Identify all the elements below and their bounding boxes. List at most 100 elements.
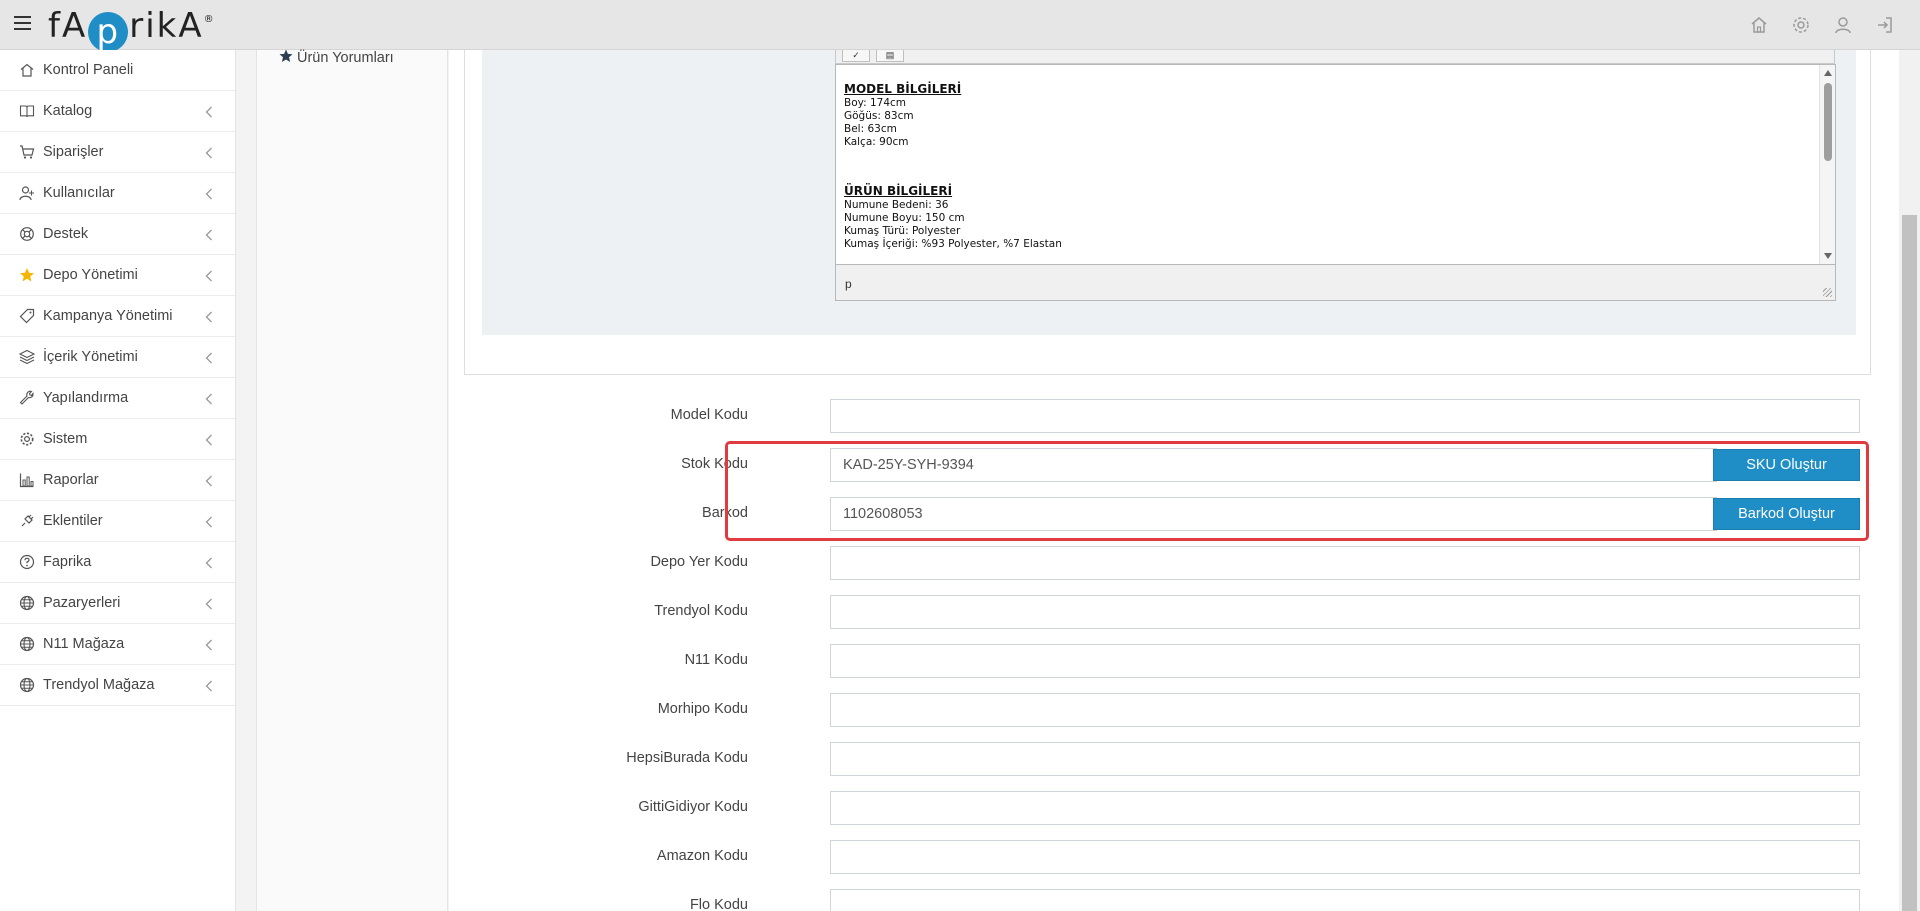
form-row-depo-yer-kodu: Depo Yer Kodu <box>449 546 1869 580</box>
sidebar-item-label: İçerik Yönetimi <box>43 349 138 365</box>
question-icon <box>18 553 36 571</box>
trendyol-kodu-input[interactable] <box>830 595 1860 629</box>
gear-icon[interactable] <box>1790 14 1812 36</box>
hamburger-menu-icon[interactable] <box>14 16 31 30</box>
globe-icon <box>18 635 36 653</box>
table-icon[interactable]: ▤ <box>876 50 904 62</box>
book-icon <box>18 102 36 120</box>
depo-yer-kodu-label: Depo Yer Kodu <box>650 554 748 570</box>
tag-icon <box>18 307 36 325</box>
sidebar-item-kontrol-paneli[interactable]: Kontrol Paneli <box>0 50 235 91</box>
editor-statusbar: p <box>835 265 1836 301</box>
sidebar-item-yapılandırma[interactable]: Yapılandırma <box>0 378 235 419</box>
morhipo-kodu-input[interactable] <box>830 693 1860 727</box>
stok-kodu-input[interactable] <box>830 448 1717 482</box>
editor-text-line: Numune Bedeni: 36 <box>844 199 949 211</box>
editor-scroll-thumb[interactable] <box>1824 83 1832 161</box>
page-scrollbar[interactable] <box>1899 50 1920 911</box>
rich-text-editor[interactable]: MODEL BİLGİLERİ Boy: 174cm Göğüs: 83cm Bel:… <box>835 64 1836 265</box>
form-row-model-kodu: Model Kodu <box>449 399 1869 433</box>
sidebar-item-n11-mağaza[interactable]: N11 Mağaza <box>0 624 235 665</box>
sidebar-item-label: Siparişler <box>43 144 104 160</box>
sidebar-item-pazaryerleri[interactable]: Pazaryerleri <box>0 583 235 624</box>
form-row-trendyol-kodu: Trendyol Kodu <box>449 595 1869 629</box>
gittigidiyor-kodu-label: GittiGidiyor Kodu <box>638 799 748 815</box>
sidebar-item-label: Sistem <box>43 431 88 447</box>
barkod-label: Barkod <box>702 505 748 521</box>
form-row-gittigidiyor-kodu: GittiGidiyor Kodu <box>449 791 1869 825</box>
editor-text-line: Göğüs: 83cm <box>844 110 914 122</box>
chart-icon <box>18 471 36 489</box>
editor-text-line: Kalça: 90cm <box>844 136 909 148</box>
home-icon[interactable] <box>1748 14 1770 36</box>
n11-kodu-label: N11 Kodu <box>684 652 748 668</box>
chevron-left-icon <box>205 105 215 118</box>
barkod-olustur-button[interactable]: Barkod Oluştur <box>1713 498 1860 530</box>
sidebar-item-kullanıcılar[interactable]: Kullanıcılar <box>0 173 235 214</box>
sidebar-item-raporlar[interactable]: Raporlar <box>0 460 235 501</box>
chevron-left-icon <box>205 638 215 651</box>
wrench-icon <box>18 389 36 407</box>
description-editor-card: ✓ ▤ MODEL BİLGİLERİ Boy: 174cm Göğüs: 83cm… <box>464 50 1871 375</box>
hepsiburada-kodu-input[interactable] <box>830 742 1860 776</box>
sidebar-item-label: Destek <box>43 226 89 242</box>
sku-olustur-button[interactable]: SKU Oluştur <box>1713 449 1860 481</box>
chevron-left-icon <box>205 351 215 364</box>
editor-text-line: Numune Boyu: 150 cm <box>844 212 965 224</box>
sidebar-item-depo-yönetimi[interactable]: Depo Yönetimi <box>0 255 235 296</box>
sidebar-item-faprika[interactable]: Faprika <box>0 542 235 583</box>
sidebar-item-i-çerik-yönetimi[interactable]: İçerik Yönetimi <box>0 337 235 378</box>
sidebar-item-katalog[interactable]: Katalog <box>0 91 235 132</box>
amazon-kodu-input[interactable] <box>830 840 1860 874</box>
sidebar-item-label: N11 Mağaza <box>43 636 125 652</box>
editor-text-line: Bel: 63cm <box>844 123 897 135</box>
scroll-down-arrow-icon[interactable] <box>1824 253 1832 259</box>
form-row-hepsiburada-kodu: HepsiBurada Kodu <box>449 742 1869 776</box>
barkod-input[interactable] <box>830 497 1717 531</box>
editor-content[interactable]: MODEL BİLGİLERİ Boy: 174cm Göğüs: 83cm Bel:… <box>844 83 1062 251</box>
morhipo-kodu-label: Morhipo Kodu <box>657 701 748 717</box>
user-icon[interactable] <box>1832 14 1854 36</box>
subpanel-item-label: Ürün Yorumları <box>297 49 394 66</box>
sidebar-item-label: Faprika <box>43 554 92 570</box>
depo-yer-kodu-input[interactable] <box>830 546 1860 580</box>
editor-spacer <box>844 149 1062 185</box>
faprika-logo[interactable]: fA p rikA® <box>48 4 216 52</box>
editor-section-title: ÜRÜN BİLGİLERİ <box>844 184 953 198</box>
flo-kodu-input[interactable] <box>830 889 1860 911</box>
editor-text-line: Kumaş İçeriği: %93 Polyester, %7 Elastan <box>844 238 1062 250</box>
editor-text-line: Boy: 174cm <box>844 97 906 109</box>
subpanel-item-urun-yorumlari[interactable]: Ürün Yorumları <box>279 49 394 66</box>
editor-section-title: MODEL BİLGİLERİ <box>844 82 962 96</box>
sidebar-item-sistem[interactable]: Sistem <box>0 419 235 460</box>
form-row-barkod: Barkod Barkod Oluştur <box>449 497 1869 531</box>
sidebar-item-label: Kontrol Paneli <box>43 62 134 78</box>
check-icon[interactable]: ✓ <box>842 50 870 62</box>
sidebar-item-destek[interactable]: Destek <box>0 214 235 255</box>
sidebar-item-siparişler[interactable]: Siparişler <box>0 132 235 173</box>
logout-icon[interactable] <box>1874 14 1896 36</box>
chevron-left-icon <box>205 187 215 200</box>
sidebar-item-trendyol-mağaza[interactable]: Trendyol Mağaza <box>0 665 235 706</box>
chevron-left-icon <box>205 515 215 528</box>
layers-icon <box>18 348 36 366</box>
page-scroll-thumb[interactable] <box>1902 215 1917 911</box>
hepsiburada-kodu-label: HepsiBurada Kodu <box>626 750 748 766</box>
form-row-amazon-kodu: Amazon Kodu <box>449 840 1869 874</box>
editor-element-path[interactable]: p <box>845 277 852 291</box>
n11-kodu-input[interactable] <box>830 644 1860 678</box>
sidebar-item-label: Kullanıcılar <box>43 185 115 201</box>
sidebar-item-label: Pazaryerleri <box>43 595 121 611</box>
gittigidiyor-kodu-input[interactable] <box>830 791 1860 825</box>
description-editor-panel: ✓ ▤ MODEL BİLGİLERİ Boy: 174cm Göğüs: 83cm… <box>482 50 1856 335</box>
editor-scrollbar[interactable] <box>1819 65 1835 264</box>
flo-kodu-label: Flo Kodu <box>689 897 748 911</box>
top-bar: fA p rikA® <box>0 0 1920 52</box>
sidebar-item-label: Kampanya Yönetimi <box>43 308 173 324</box>
sidebar-item-kampanya-yönetimi[interactable]: Kampanya Yönetimi <box>0 296 235 337</box>
sidebar-item-eklentiler[interactable]: Eklentiler <box>0 501 235 542</box>
scroll-up-arrow-icon[interactable] <box>1824 70 1832 76</box>
chevron-left-icon <box>205 228 215 241</box>
model-kodu-input[interactable] <box>830 399 1860 433</box>
resize-grip-icon[interactable] <box>1823 288 1832 297</box>
